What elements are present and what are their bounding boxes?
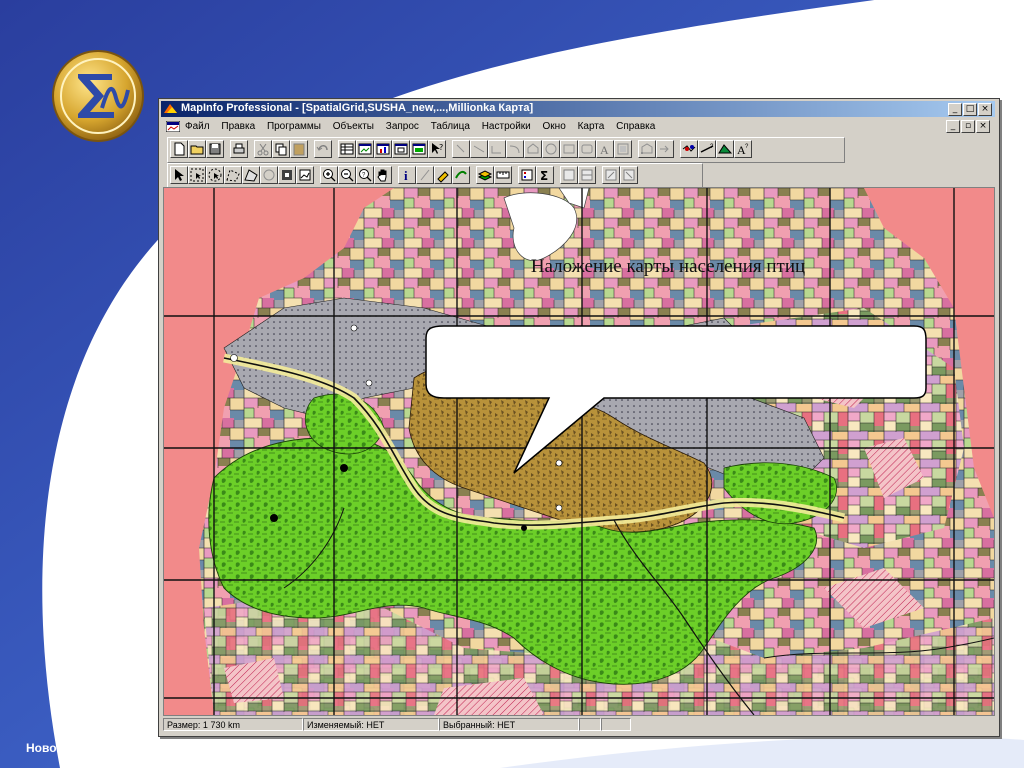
info-tool-icon[interactable]: i bbox=[398, 166, 416, 184]
line-tool-icon[interactable] bbox=[470, 140, 488, 158]
window-title: MapInfo Professional - [SpatialGrid,SUSH… bbox=[181, 102, 534, 114]
svg-text:A: A bbox=[600, 143, 609, 157]
menu-edit[interactable]: Правка bbox=[221, 121, 255, 132]
title-bar[interactable]: MapInfo Professional - [SpatialGrid,SUSH… bbox=[161, 101, 995, 117]
menu-settings[interactable]: Настройки bbox=[482, 121, 531, 132]
menu-table[interactable]: Таблица bbox=[431, 121, 470, 132]
frame-tool-icon[interactable] bbox=[614, 140, 632, 158]
clip-region-icon[interactable] bbox=[578, 166, 596, 184]
map-document-icon[interactable] bbox=[166, 121, 180, 132]
ruler-icon[interactable] bbox=[494, 166, 512, 184]
svg-text:?: ? bbox=[710, 144, 714, 150]
new-layout-icon[interactable] bbox=[392, 140, 410, 158]
reshape-tool-icon[interactable] bbox=[638, 140, 656, 158]
ellipse-tool-icon[interactable] bbox=[542, 140, 560, 158]
region-style-icon[interactable] bbox=[716, 140, 734, 158]
svg-text:?: ? bbox=[745, 144, 749, 150]
status-selected[interactable]: Выбранный: НЕТ bbox=[439, 718, 579, 731]
symbol-style-icon[interactable] bbox=[680, 140, 698, 158]
line-style-icon[interactable]: ? bbox=[698, 140, 716, 158]
text-tool-icon[interactable]: A bbox=[596, 140, 614, 158]
cut-icon[interactable] bbox=[254, 140, 272, 158]
mapinfo-window: MapInfo Professional - [SpatialGrid,SUSH… bbox=[158, 98, 1000, 737]
standard-toolbar: ? A ? A? bbox=[167, 137, 845, 163]
doc-minimize-button[interactable]: _ bbox=[946, 120, 960, 133]
new-file-icon[interactable] bbox=[170, 140, 188, 158]
polyline-tool-icon[interactable] bbox=[488, 140, 506, 158]
callout-text: Наложение карты населения птиц bbox=[530, 256, 806, 277]
menu-bar: Файл Правка Программы Объекты Запрос Таб… bbox=[161, 119, 995, 135]
status-editable[interactable]: Изменяемый: НЕТ bbox=[303, 718, 439, 731]
doc-restore-button[interactable]: ▫ bbox=[961, 120, 975, 133]
radius-select-icon[interactable] bbox=[206, 166, 224, 184]
select-arrow-icon[interactable] bbox=[170, 166, 188, 184]
new-mapper-icon[interactable] bbox=[356, 140, 374, 158]
set-target-icon[interactable] bbox=[560, 166, 578, 184]
add-node-tool-icon[interactable] bbox=[656, 140, 674, 158]
menu-programs[interactable]: Программы bbox=[267, 121, 321, 132]
print-icon[interactable] bbox=[230, 140, 248, 158]
arc-tool-icon[interactable] bbox=[506, 140, 524, 158]
statistics-sigma-icon[interactable]: Σ bbox=[536, 166, 554, 184]
change-view-icon[interactable]: ? bbox=[356, 166, 374, 184]
boundary-select-icon[interactable] bbox=[242, 166, 260, 184]
grabber-hand-icon[interactable] bbox=[374, 166, 392, 184]
new-grapher-icon[interactable] bbox=[374, 140, 392, 158]
menu-help[interactable]: Справка bbox=[616, 121, 655, 132]
polygon-tool-icon[interactable] bbox=[524, 140, 542, 158]
hotlink-tool-icon[interactable] bbox=[416, 166, 434, 184]
save-icon[interactable] bbox=[206, 140, 224, 158]
main-toolbar: ? i Σ bbox=[167, 163, 703, 189]
menu-query[interactable]: Запрос bbox=[386, 121, 419, 132]
svg-text:i: i bbox=[404, 168, 408, 183]
status-empty-1 bbox=[579, 718, 601, 731]
status-empty-2 bbox=[601, 718, 631, 731]
menu-objects[interactable]: Объекты bbox=[333, 121, 374, 132]
polygon-select-icon[interactable] bbox=[224, 166, 242, 184]
undo-icon[interactable] bbox=[314, 140, 332, 158]
status-bar: Размер: 1 730 km Изменяемый: НЕТ Выбранн… bbox=[161, 717, 995, 733]
label-tool-icon[interactable] bbox=[434, 166, 452, 184]
marquee-select-icon[interactable] bbox=[188, 166, 206, 184]
help-pointer-icon[interactable]: ? bbox=[428, 140, 446, 158]
rounded-rect-tool-icon[interactable] bbox=[578, 140, 596, 158]
menu-map[interactable]: Карта bbox=[578, 121, 605, 132]
show-hide-icon[interactable] bbox=[602, 166, 620, 184]
rectangle-tool-icon[interactable] bbox=[560, 140, 578, 158]
menu-file[interactable]: Файл bbox=[185, 121, 210, 132]
unselect-all-icon[interactable] bbox=[260, 166, 278, 184]
invert-selection-icon[interactable] bbox=[278, 166, 296, 184]
svg-text:Σ: Σ bbox=[540, 169, 548, 183]
zoom-in-icon[interactable] bbox=[320, 166, 338, 184]
svg-text:?: ? bbox=[439, 143, 443, 152]
close-button[interactable]: × bbox=[978, 103, 992, 116]
mapinfo-app-icon bbox=[164, 104, 177, 113]
copy-icon[interactable] bbox=[272, 140, 290, 158]
new-browser-icon[interactable] bbox=[338, 140, 356, 158]
minimize-button[interactable]: _ bbox=[948, 103, 962, 116]
status-size: Размер: 1 730 km bbox=[163, 718, 303, 731]
layer-control-icon[interactable] bbox=[476, 166, 494, 184]
doc-close-button[interactable]: × bbox=[976, 120, 990, 133]
text-style-icon[interactable]: A? bbox=[734, 140, 752, 158]
menu-window[interactable]: Окно bbox=[543, 121, 566, 132]
sigma-logo-icon bbox=[52, 50, 144, 142]
select-tool-grey-icon[interactable] bbox=[452, 140, 470, 158]
graph-select-icon[interactable] bbox=[296, 166, 314, 184]
legend-icon[interactable] bbox=[518, 166, 536, 184]
redistricter-icon[interactable] bbox=[410, 140, 428, 158]
drag-window-icon[interactable] bbox=[452, 166, 470, 184]
maximize-button[interactable]: □ bbox=[963, 103, 977, 116]
footer-city-year: Новосибирск - 2005 bbox=[26, 741, 143, 755]
open-folder-icon[interactable] bbox=[188, 140, 206, 158]
zoom-out-icon[interactable] bbox=[338, 166, 356, 184]
scale-bar-icon[interactable] bbox=[620, 166, 638, 184]
paste-icon[interactable] bbox=[290, 140, 308, 158]
